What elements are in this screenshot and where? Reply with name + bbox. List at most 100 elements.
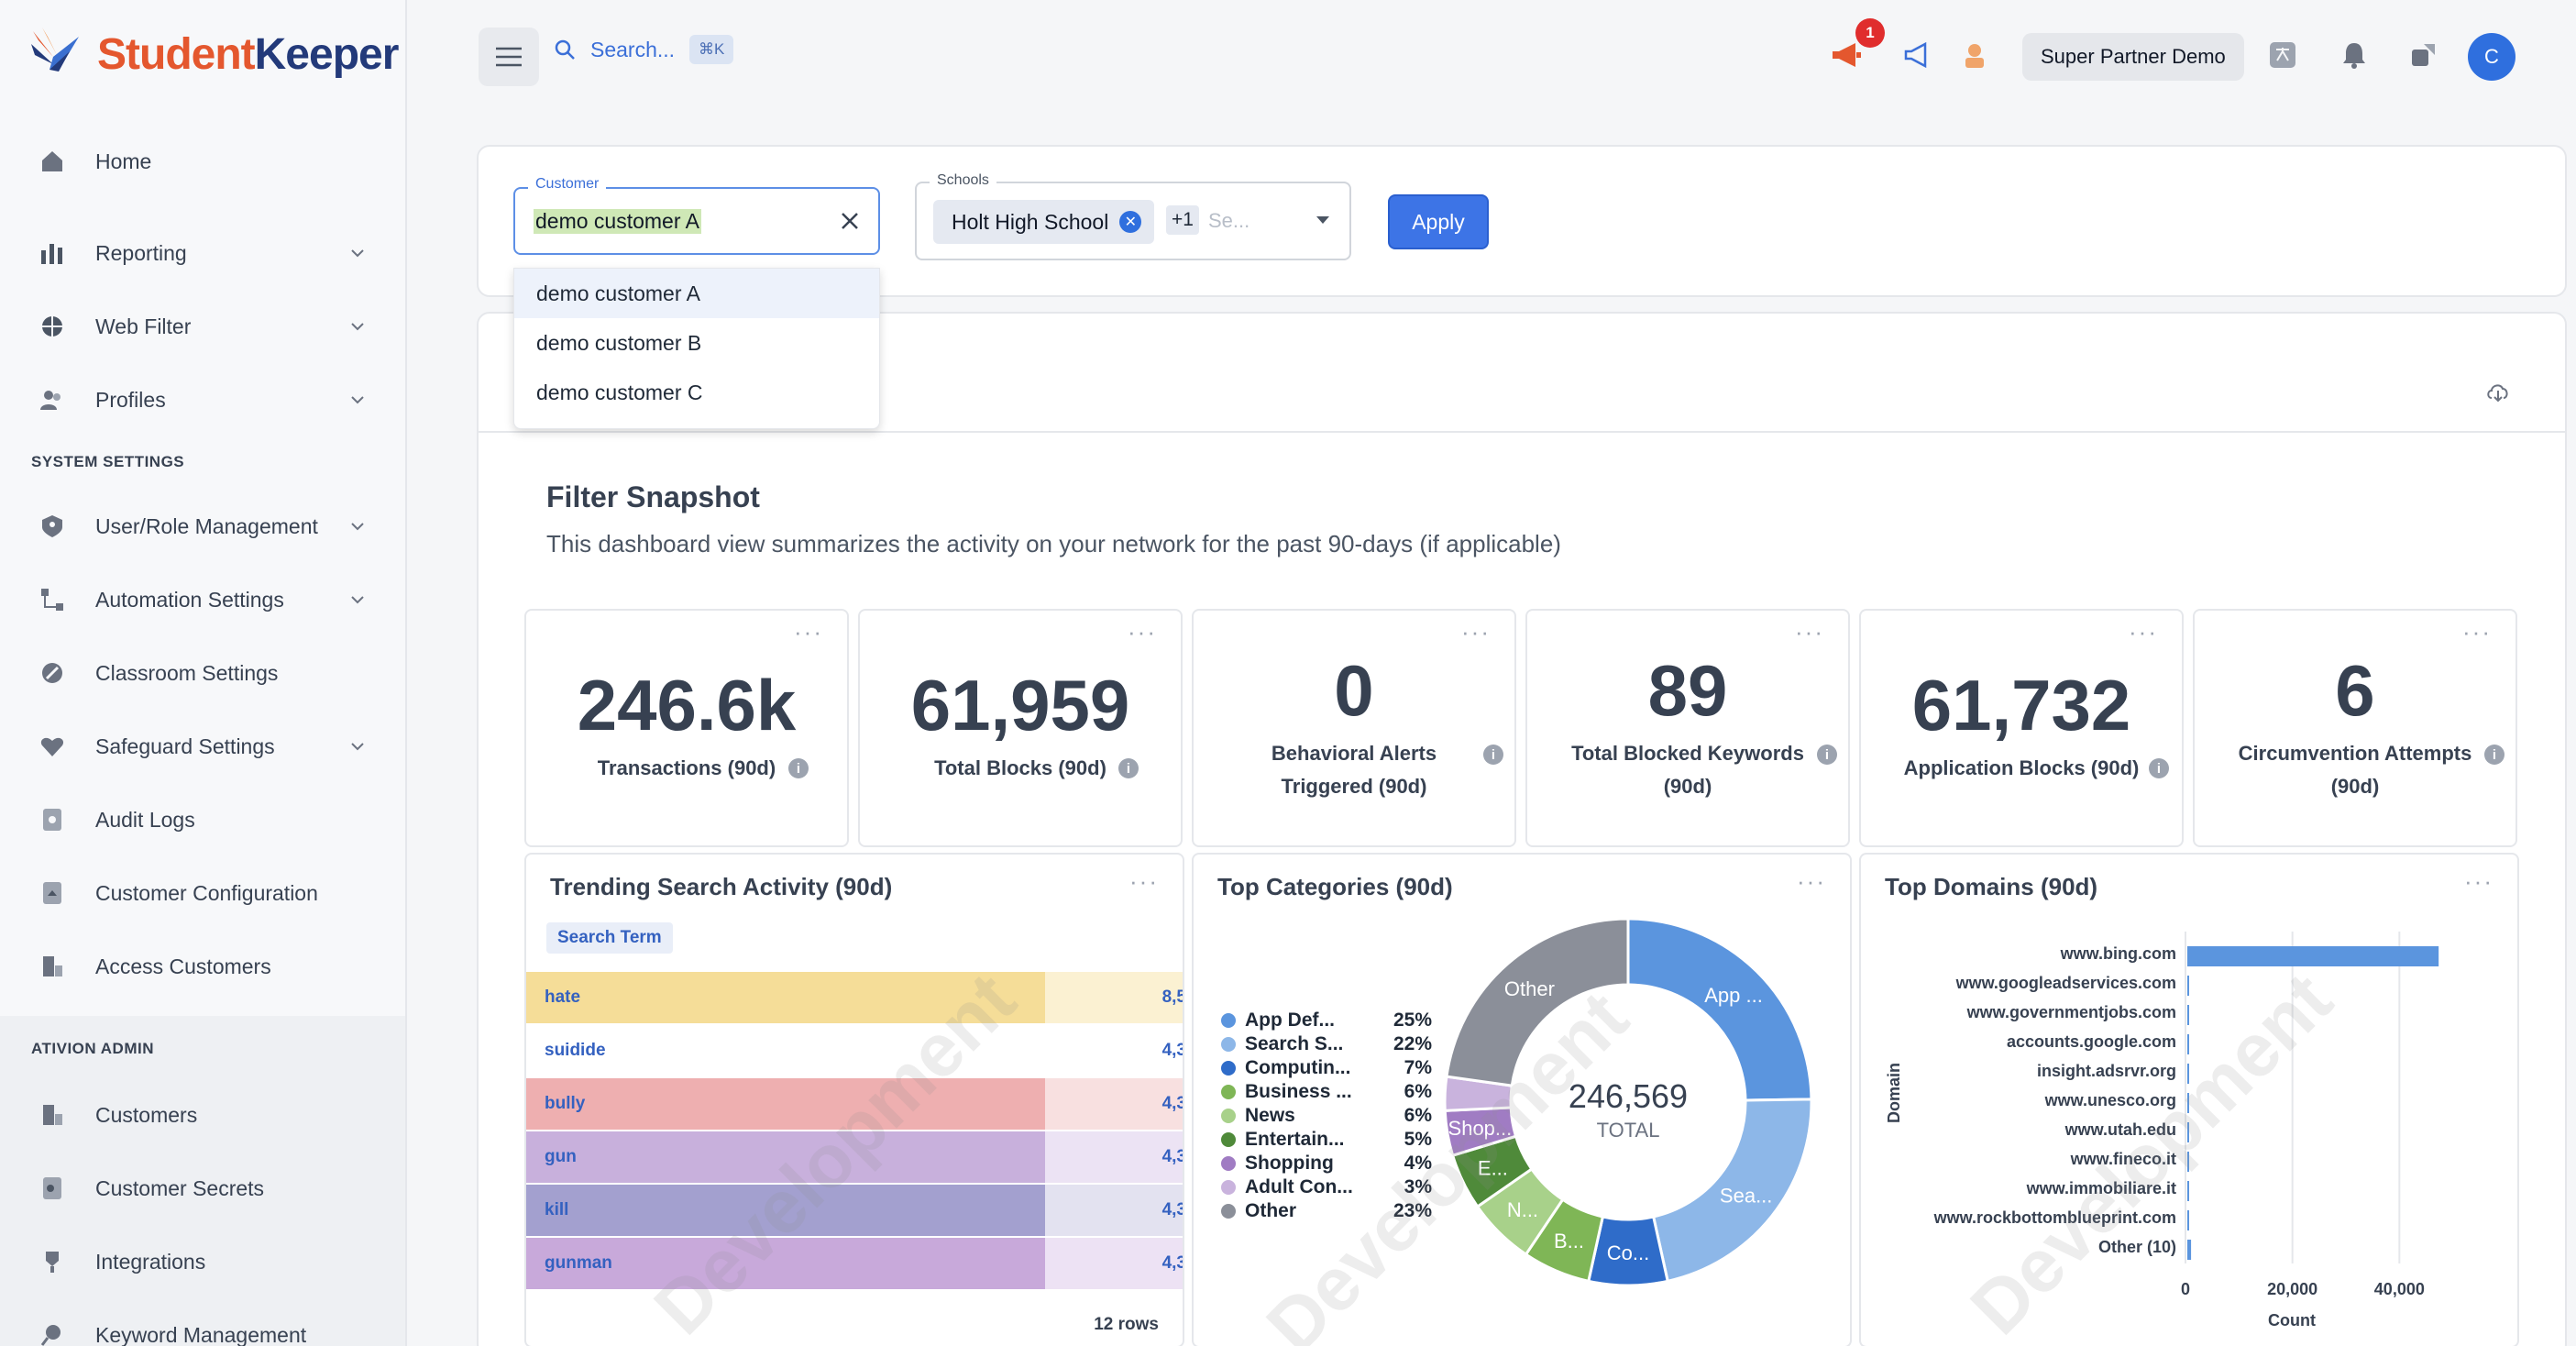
divider (477, 431, 2567, 433)
keyword-icon (37, 1319, 68, 1346)
translate-icon[interactable] (2264, 37, 2301, 73)
megaphone-icon[interactable] (1899, 37, 1936, 73)
donut-slice[interactable] (1445, 917, 1630, 1087)
global-search[interactable]: Search... ⌘K (554, 35, 734, 64)
more-icon[interactable]: ··· (1795, 618, 1824, 646)
sidebar-item-safeguard-settings[interactable]: Safeguard Settings (37, 719, 376, 774)
dropdown-option[interactable]: demo customer B (514, 318, 879, 368)
sidebar-item-label: User/Role Management (95, 513, 318, 538)
bar[interactable] (2187, 1210, 2189, 1230)
bar[interactable] (2187, 1181, 2189, 1201)
sidebar-item-label: Customer Secrets (95, 1175, 265, 1200)
search-count: 4,3 (1161, 1041, 1184, 1060)
kpi-value: 246.6k (577, 665, 797, 745)
sidebar-item-label: Profiles (95, 387, 166, 412)
table-row[interactable]: kill 4,3 (526, 1185, 1183, 1236)
sidebar-item-audit-logs[interactable]: Audit Logs (37, 792, 376, 847)
sidebar-item-customer-configuration[interactable]: Customer Configuration (37, 866, 376, 921)
sidebar-item-profiles[interactable]: Profiles (37, 372, 376, 427)
bar[interactable] (2187, 1122, 2189, 1142)
more-icon[interactable]: ··· (2129, 618, 2158, 646)
customer-select[interactable]: Customer demo customer A (513, 176, 880, 255)
sidebar-item-reporting[interactable]: Reporting (37, 226, 376, 281)
search-term: suidide (545, 1041, 606, 1060)
sidebar-item-access-customers[interactable]: Access Customers (37, 939, 376, 994)
info-icon[interactable]: i (2484, 745, 2504, 765)
sidebar-item-home[interactable]: Home (37, 134, 376, 189)
external-link-icon[interactable] (2405, 37, 2442, 73)
kpi-value: 89 (1647, 650, 1728, 731)
y-tick-label: www.unesco.org (2044, 1091, 2176, 1109)
info-icon[interactable]: i (1118, 758, 1139, 778)
sidebar-item-customers[interactable]: Customers (37, 1087, 376, 1142)
donut-slice[interactable] (1626, 917, 1813, 1102)
column-header[interactable]: Search Term (546, 922, 673, 954)
bar[interactable] (2187, 1152, 2189, 1172)
chip-remove-icon[interactable]: ✕ (1119, 211, 1142, 233)
support-agent-icon[interactable] (1956, 37, 1993, 73)
bar[interactable] (2187, 1034, 2189, 1054)
automation-icon (37, 584, 68, 615)
more-icon[interactable]: ··· (794, 618, 823, 646)
kpi-value: 61,959 (910, 665, 1130, 745)
clear-icon[interactable] (838, 209, 862, 233)
hamburger-icon (496, 47, 522, 67)
sidebar-item-classroom-settings[interactable]: Classroom Settings (37, 645, 376, 701)
cloud-download-icon[interactable] (2484, 378, 2512, 405)
sidebar-item-integrations[interactable]: Integrations (37, 1234, 376, 1289)
bar[interactable] (2187, 976, 2189, 996)
y-tick-label: www.googleadservices.com (1955, 974, 2176, 992)
slice-label: App ... (1704, 984, 1763, 1007)
school-chip-label: Holt High School (952, 209, 1109, 234)
table-row[interactable]: hate 8,5 (526, 972, 1183, 1023)
more-icon[interactable]: ··· (1129, 867, 1159, 896)
table-row[interactable]: gunman 4,3 (526, 1238, 1183, 1289)
sidebar-item-label: Customer Configuration (95, 880, 318, 905)
bar[interactable] (2187, 1064, 2189, 1084)
table-row[interactable]: bully 4,3 (526, 1078, 1183, 1130)
bar[interactable] (2187, 1240, 2192, 1260)
access-icon (37, 951, 68, 982)
more-icon[interactable]: ··· (2462, 618, 2492, 646)
info-icon[interactable]: i (2149, 758, 2169, 778)
user-avatar[interactable]: C (2468, 33, 2515, 81)
apply-button[interactable]: Apply (1388, 194, 1489, 249)
dropdown-option[interactable]: demo customer C (514, 368, 879, 417)
sidebar-item-automation-settings[interactable]: Automation Settings (37, 572, 376, 627)
card-title: Trending Search Activity (90d) (550, 873, 893, 900)
table-row[interactable]: gun 4,3 (526, 1131, 1183, 1183)
category-donut-chart: App ... Sea... Co... B... N... E... Shop... Oth… (1443, 917, 1813, 1287)
caret-down-icon[interactable] (1316, 216, 1329, 224)
info-icon[interactable]: i (1817, 745, 1837, 765)
sidebar-item-customer-secrets[interactable]: Customer Secrets (37, 1161, 376, 1216)
sidebar-item-label: Safeguard Settings (95, 734, 275, 758)
chevron-down-icon (351, 596, 364, 604)
brand-logo[interactable]: StudentKeeper (26, 24, 399, 84)
schools-select[interactable]: Schools Holt High School ✕ +1 Se... (915, 172, 1351, 260)
bar[interactable] (2187, 1093, 2189, 1113)
users-icon (37, 384, 68, 415)
sidebar-item-label: Access Customers (95, 954, 271, 978)
sidebar-item-web-filter[interactable]: Web Filter (37, 299, 376, 354)
y-tick-label: www.bing.com (2060, 944, 2176, 963)
bar[interactable] (2187, 1005, 2189, 1025)
more-icon[interactable]: ··· (1128, 618, 1157, 646)
info-icon[interactable]: i (788, 758, 809, 778)
sidebar-item-keyword-management[interactable]: Keyword Management (37, 1307, 376, 1346)
chevron-down-icon (351, 249, 364, 258)
sidebar-item-label: Classroom Settings (95, 660, 279, 685)
chevron-down-icon (351, 396, 364, 404)
dropdown-option[interactable]: demo customer A (514, 269, 879, 318)
y-tick-label: www.rockbottomblueprint.com (1933, 1208, 2176, 1227)
kpi-card: ··· 246.6k Transactions (90d) i Developm… (524, 609, 849, 847)
sidebar-item-user-role-management[interactable]: User/Role Management (37, 499, 376, 554)
bell-icon[interactable] (2336, 37, 2372, 73)
bar[interactable] (2187, 946, 2439, 966)
partner-switch-button[interactable]: Super Partner Demo (2022, 33, 2244, 81)
search-term: bully (545, 1094, 586, 1113)
table-row[interactable]: suidide 4,3 (526, 1025, 1184, 1076)
more-icon[interactable]: ··· (1461, 618, 1491, 646)
key-icon (37, 1173, 68, 1204)
info-icon[interactable]: i (1483, 745, 1503, 765)
menu-toggle-button[interactable] (479, 28, 539, 86)
